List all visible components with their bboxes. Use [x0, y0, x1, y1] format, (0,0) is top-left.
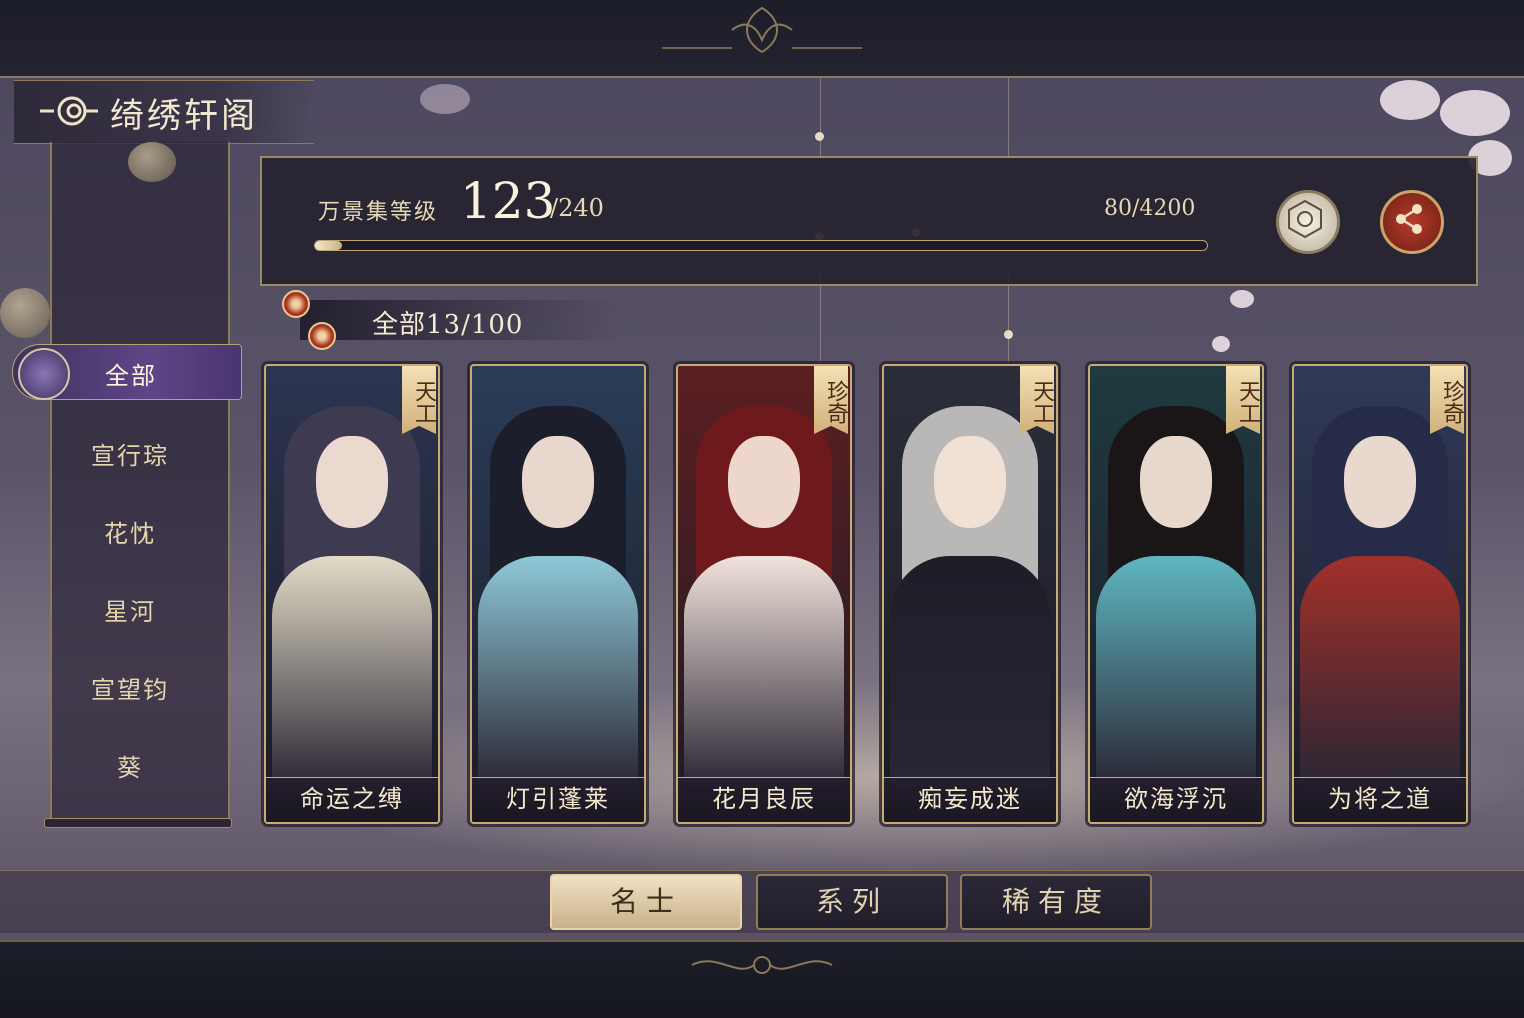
sidebar-item-huachen[interactable]: 花忱: [50, 514, 210, 549]
card-name: 痴妄成迷: [918, 785, 1022, 813]
sidebar: [50, 142, 230, 824]
character-face: [1344, 436, 1416, 528]
share-button[interactable]: [1380, 190, 1444, 254]
page-title: 绮绣轩阁: [110, 96, 258, 136]
lotus-ornament-icon: [662, 6, 862, 54]
decor-dot: [815, 132, 824, 141]
rarity-badge: 天工: [1020, 366, 1054, 434]
level-label: 万景集等级: [318, 200, 439, 225]
blossom-decor: [420, 84, 470, 114]
card-artwork: [472, 366, 644, 822]
cloud-swirl-icon: [40, 96, 98, 126]
card-name: 欲海浮沉: [1124, 785, 1228, 813]
knot-ornament-icon: [691, 956, 833, 974]
character-robe: [272, 556, 432, 786]
character-card[interactable]: 天工痴妄成迷: [882, 364, 1058, 824]
plum-blossom-icon: [282, 290, 310, 318]
blossom-decor: [1230, 290, 1254, 308]
decor-dot: [1004, 330, 1013, 339]
character-card[interactable]: 灯引蓬莱: [470, 364, 646, 824]
character-face: [1140, 436, 1212, 528]
card-name: 灯引蓬莱: [506, 785, 610, 813]
card-artwork: [266, 366, 438, 822]
sidebar-item-label: 全部: [105, 362, 157, 390]
character-face: [728, 436, 800, 528]
blossom-decor: [1380, 80, 1440, 120]
exp-text: 80/4200: [1104, 196, 1196, 221]
sidebar-item-xinghe[interactable]: 星河: [50, 592, 210, 627]
level-max: /240: [550, 194, 604, 222]
character-robe: [1096, 556, 1256, 786]
character-card[interactable]: 珍奇花月良辰: [676, 364, 852, 824]
rarity-badge: 天工: [1226, 366, 1260, 434]
character-robe: [890, 556, 1050, 786]
collection-count: 全部13/100: [372, 310, 524, 340]
category-emblem-icon: [18, 348, 70, 400]
share-icon: [1396, 204, 1422, 234]
level-value: 123: [460, 172, 556, 230]
sidebar-item-kui[interactable]: 葵: [50, 748, 210, 783]
plum-blossom-icon: [308, 322, 336, 350]
card-artwork: [1090, 366, 1262, 822]
card-artwork: [678, 366, 850, 822]
character-card[interactable]: 天工命运之缚: [264, 364, 440, 824]
card-name: 为将之道: [1328, 785, 1432, 813]
rarity-badge: 珍奇: [814, 366, 848, 434]
character-face: [934, 436, 1006, 528]
character-face: [522, 436, 594, 528]
character-card[interactable]: 珍奇为将之道: [1292, 364, 1468, 824]
tab-series[interactable]: 系列: [756, 874, 948, 930]
moon-decor: [128, 142, 176, 182]
sidebar-item-xuanwangjun[interactable]: 宣望钧: [50, 670, 210, 705]
moon-decor: [0, 288, 50, 338]
card-artwork: [1294, 366, 1466, 822]
tab-rarity[interactable]: 稀有度: [960, 874, 1152, 930]
rarity-badge: 天工: [402, 366, 436, 434]
character-robe: [478, 556, 638, 786]
character-card[interactable]: 天工欲海浮沉: [1088, 364, 1264, 824]
collection-button[interactable]: [1276, 190, 1340, 254]
character-robe: [1300, 556, 1460, 786]
sidebar-bottom-rail: [44, 818, 232, 828]
card-artwork: [884, 366, 1056, 822]
character-robe: [684, 556, 844, 786]
exp-progress-fill: [315, 241, 342, 250]
rarity-badge: 珍奇: [1430, 366, 1464, 434]
collection-icon: [1288, 199, 1322, 239]
blossom-decor: [1212, 336, 1230, 352]
card-name: 花月良辰: [712, 785, 816, 813]
blossom-decor: [1440, 90, 1510, 136]
exp-progress-bar: [314, 240, 1208, 251]
character-face: [316, 436, 388, 528]
tab-mingshi[interactable]: 名士: [550, 874, 742, 930]
sidebar-item-xuanxingcong[interactable]: 宣行琮: [50, 436, 210, 471]
card-name: 命运之缚: [300, 785, 404, 813]
